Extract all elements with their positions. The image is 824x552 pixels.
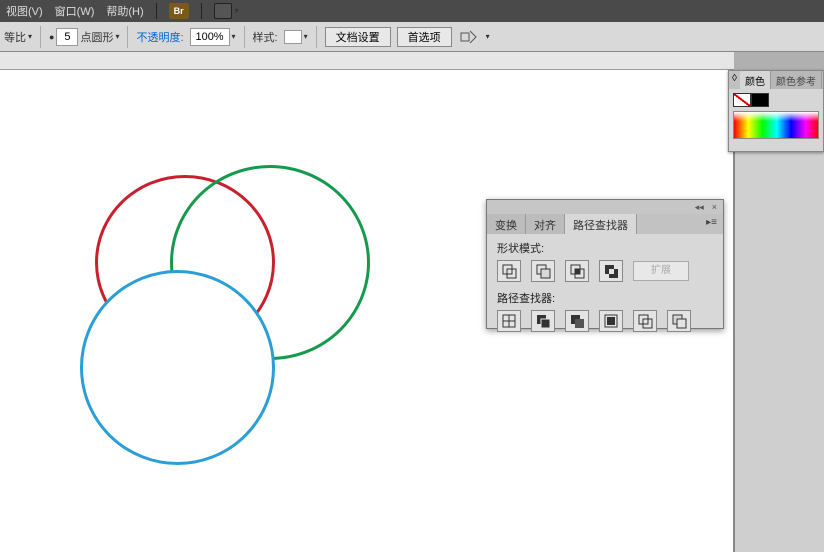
- divider: [244, 26, 245, 48]
- ruler-horizontal: [0, 52, 734, 70]
- bullet-icon: ●: [49, 32, 54, 42]
- merge-button[interactable]: [565, 310, 589, 332]
- tab-color[interactable]: 颜色: [740, 71, 771, 89]
- stroke-width-input[interactable]: [56, 28, 78, 46]
- unite-button[interactable]: [497, 260, 521, 282]
- chevron-down-icon: ▾: [115, 32, 119, 41]
- shape-modes-label: 形状模式:: [497, 240, 713, 256]
- minus-back-button[interactable]: [667, 310, 691, 332]
- color-panel[interactable]: ◊ 颜色 颜色参考: [728, 70, 824, 152]
- opacity-label[interactable]: 不透明度:: [136, 29, 183, 45]
- panel-expand-icon[interactable]: ◊: [729, 71, 740, 89]
- crop-button[interactable]: [599, 310, 623, 332]
- pathfinder-tabs: 变换 对齐 路径查找器 ▸≡: [487, 214, 723, 234]
- style-dropdown[interactable]: ▾: [284, 30, 308, 44]
- chevron-down-icon: ▾: [486, 32, 490, 41]
- layout-icon[interactable]: ▾: [214, 3, 232, 19]
- preferences-button[interactable]: 首选项: [397, 27, 452, 47]
- pathfinders-label: 路径查找器:: [497, 290, 713, 306]
- stroke-black-swatch[interactable]: [751, 93, 769, 107]
- exclude-button[interactable]: [599, 260, 623, 282]
- scale-dropdown[interactable]: 等比 ▾: [4, 29, 32, 45]
- pathfinders-row: [497, 310, 713, 332]
- outline-button[interactable]: [633, 310, 657, 332]
- tab-align[interactable]: 对齐: [526, 214, 565, 234]
- divider: [316, 26, 317, 48]
- menu-view[interactable]: 视图(V): [6, 3, 43, 19]
- panel-titlebar[interactable]: ◂◂ ×: [487, 200, 723, 214]
- menu-separator: [201, 3, 202, 19]
- right-dock: [734, 104, 824, 552]
- stroke-style-label: 点圆形: [80, 29, 113, 45]
- menubar: 视图(V) 窗口(W) 帮助(H) Br ▾: [0, 0, 824, 22]
- tab-pathfinder[interactable]: 路径查找器: [565, 214, 637, 234]
- panel-menu-icon[interactable]: ▸≡: [700, 214, 723, 234]
- color-panel-body: [729, 89, 823, 143]
- chevron-down-icon: ▾: [28, 32, 32, 41]
- menu-help[interactable]: 帮助(H): [106, 3, 143, 19]
- style-swatch: [284, 30, 302, 44]
- scale-label: 等比: [4, 29, 26, 45]
- pathfinder-body: 形状模式: 扩展 路径查找器:: [487, 234, 723, 346]
- intersect-button[interactable]: [565, 260, 589, 282]
- tab-color-guide[interactable]: 颜色参考: [771, 71, 822, 89]
- blue-circle-shape[interactable]: [80, 270, 275, 465]
- pathfinder-panel[interactable]: ◂◂ × 变换 对齐 路径查找器 ▸≡ 形状模式: 扩展 路径查找器:: [486, 199, 724, 329]
- bridge-icon[interactable]: Br: [169, 3, 189, 19]
- options-bar: 等比 ▾ ● 点圆形 ▾ 不透明度: ▾ 样式: ▾ 文档设置 首选项 ▾: [0, 22, 824, 52]
- chevron-down-icon: ▾: [235, 6, 239, 15]
- color-panel-tabs: ◊ 颜色 颜色参考: [729, 71, 823, 89]
- minus-front-button[interactable]: [531, 260, 555, 282]
- divide-button[interactable]: [497, 310, 521, 332]
- stroke-width-field[interactable]: ● 点圆形 ▾: [49, 28, 119, 46]
- trim-button[interactable]: [531, 310, 555, 332]
- misc-tool-icon[interactable]: [458, 28, 480, 46]
- panel-close-icon[interactable]: ×: [712, 202, 717, 212]
- fill-none-swatch[interactable]: [733, 93, 751, 107]
- chevron-down-icon: ▾: [304, 32, 308, 41]
- menu-window[interactable]: 窗口(W): [55, 3, 95, 19]
- document-setup-button[interactable]: 文档设置: [325, 27, 391, 47]
- color-spectrum[interactable]: [733, 111, 819, 139]
- expand-button[interactable]: 扩展: [633, 261, 689, 281]
- menu-separator: [156, 3, 157, 19]
- tab-transform[interactable]: 变换: [487, 214, 526, 234]
- shape-modes-row: 扩展: [497, 260, 713, 282]
- divider: [127, 26, 128, 48]
- divider: [40, 26, 41, 48]
- style-label: 样式:: [253, 29, 278, 45]
- fill-stroke-swatches[interactable]: [733, 93, 819, 107]
- panel-collapse-icon[interactable]: ◂◂: [695, 202, 704, 213]
- chevron-down-icon: ▾: [232, 32, 236, 41]
- opacity-field[interactable]: ▾: [190, 28, 236, 46]
- opacity-input[interactable]: [190, 28, 230, 46]
